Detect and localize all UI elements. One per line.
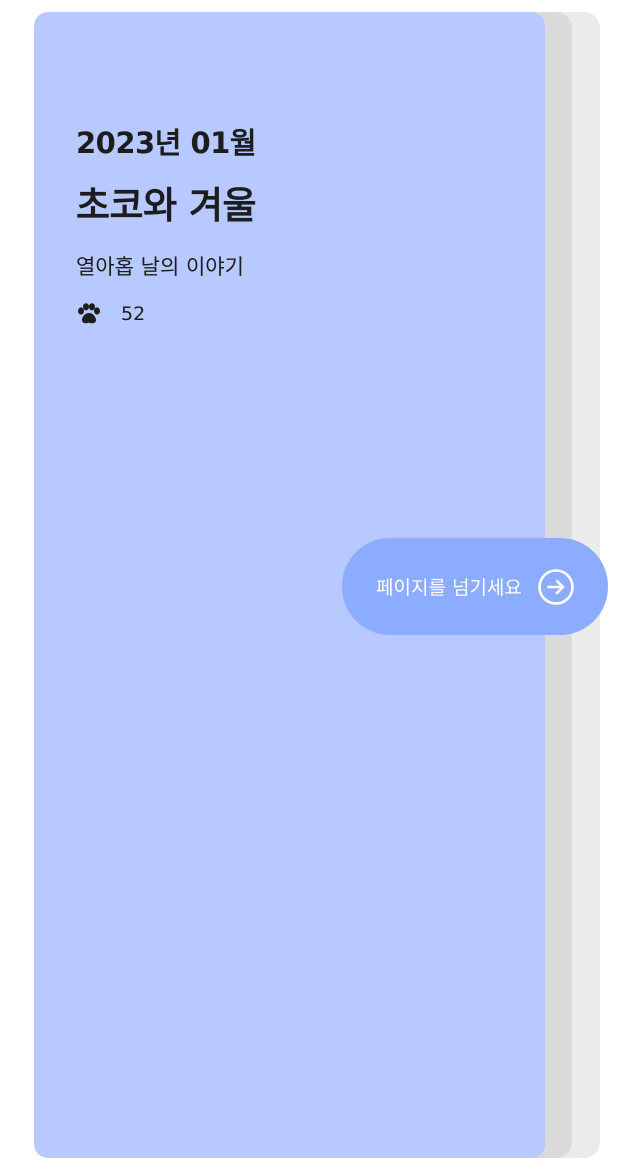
- arrow-right-circle-icon: [537, 568, 575, 606]
- page-turn-label: 페이지를 넘기세요: [376, 577, 522, 599]
- diary-stage: 2023년 01월 초코와 겨울 열아홉 날의 이야기 52 페이지를 넘기세요: [0, 0, 642, 1170]
- cover-date: 2023년 01월: [76, 126, 257, 160]
- paw-icon: [76, 303, 102, 325]
- paw-count-row: 52: [76, 301, 145, 327]
- page-turn-button[interactable]: 페이지를 넘기세요: [342, 538, 608, 635]
- cover-title: 초코와 겨울: [76, 184, 257, 227]
- paw-count: 52: [121, 303, 146, 325]
- cover-subtitle: 열아홉 날의 이야기: [76, 255, 244, 279]
